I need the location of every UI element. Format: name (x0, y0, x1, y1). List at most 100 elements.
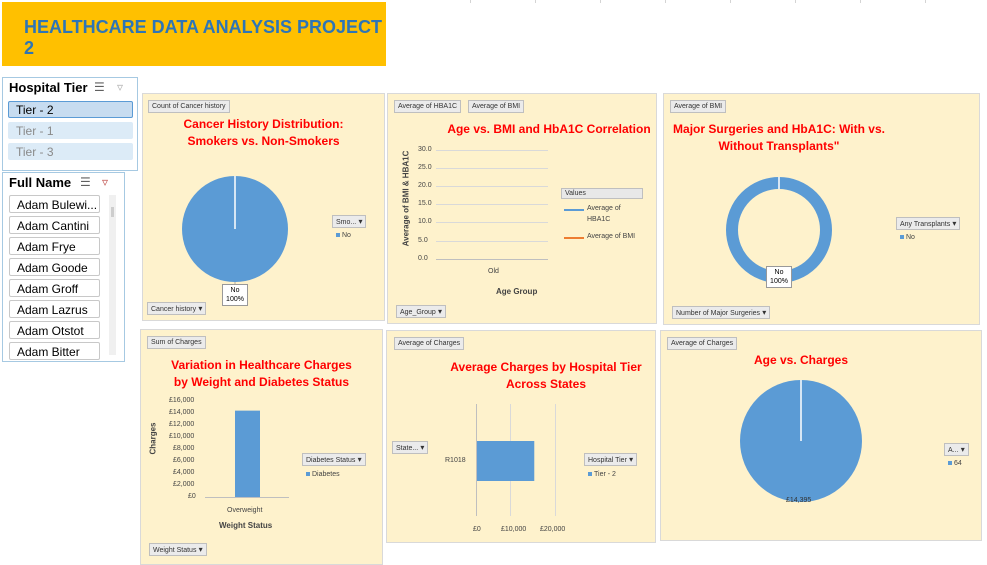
data-label-name: No (774, 269, 784, 276)
scrollbar-thumb[interactable] (111, 207, 114, 217)
x-tick: Overweight (227, 507, 263, 514)
slicer-item-name[interactable]: Adam Bulewi... (9, 195, 100, 213)
pie-chart (182, 176, 288, 286)
gridline (436, 241, 548, 242)
legend-label: 64 (954, 460, 962, 467)
slicer-header: Hospital Tier ☰ ▿ (3, 78, 137, 98)
slicer-item-name[interactable]: Adam Goode (9, 258, 100, 276)
data-label-percent: 100% (770, 278, 788, 285)
legend-swatch (588, 472, 592, 477)
page-title: HEALTHCARE DATA ANALYSIS PROJECT 2 (24, 17, 383, 58)
y-tick: 5.0 (418, 237, 428, 244)
slicer-scrollbar[interactable] (109, 195, 116, 355)
x-axis-title: Age Group (496, 287, 538, 296)
slicer-header: Full Name ☰ ▿ (3, 173, 124, 193)
slicer-item-name[interactable]: Adam Lazrus (9, 300, 100, 318)
legend-line-orange (564, 237, 584, 239)
legend-item: No (336, 232, 351, 239)
pie-data-label: £14,395 (786, 497, 812, 504)
x-axis-title: Weight Status (219, 521, 273, 530)
slicer-item-name[interactable]: Adam Groff (9, 279, 100, 297)
data-label-name: No (230, 287, 240, 294)
major-surgeries-chart[interactable]: Average of BMI Major Surgeries and HbA1C… (663, 93, 980, 325)
slicer-title: Hospital Tier (9, 80, 88, 95)
y-axis-title: Average of BMI & HBA1C (401, 150, 411, 247)
legend-swatch (306, 472, 310, 477)
slicer-item-tier-3[interactable]: Tier - 3 (8, 143, 133, 160)
y-tick: R1018 (445, 457, 466, 464)
x-tick: £0 (473, 526, 481, 533)
gridline (436, 204, 548, 205)
legend-field-button[interactable]: Diabetes Status (302, 453, 366, 466)
doughnut-chart (726, 177, 832, 283)
y-tick: 25.0 (418, 164, 432, 171)
chart-title: Age vs. BMI and HbA1C Correlation (447, 122, 651, 136)
legend-label: HBA1C (587, 216, 611, 223)
slicer-item-tier-2[interactable]: Tier - 2 (8, 101, 133, 118)
doughnut-slice-no[interactable] (726, 177, 832, 283)
legend-label: No (342, 232, 351, 239)
legend-swatch (900, 235, 904, 240)
legend-field-button[interactable]: A... (944, 443, 969, 456)
y-tick: 10.0 (418, 218, 432, 225)
axis-field-button[interactable]: Weight Status (149, 543, 207, 556)
gridline (436, 186, 548, 187)
gridline (436, 150, 548, 151)
multi-select-icon[interactable]: ☰ (80, 175, 91, 189)
legend-swatch (336, 233, 340, 238)
legend-label: No (906, 234, 915, 241)
axis-field-button[interactable]: Number of Major Surgeries (672, 306, 771, 319)
axis-field-button[interactable]: Age_Group (396, 305, 447, 318)
data-label-percent: 100% (226, 296, 244, 303)
bar-plot-area (477, 441, 535, 481)
legend-label: Average of BMI (587, 233, 636, 240)
slicer-item-name[interactable]: Adam Otstot (9, 321, 100, 339)
hospital-tier-slicer[interactable]: Hospital Tier ☰ ▿ Tier - 2 Tier - 1 Tier… (2, 77, 138, 171)
charges-weight-chart[interactable]: Sum of Charges Variation in Healthcare C… (140, 329, 383, 565)
gridline (436, 222, 548, 223)
slicer-title: Full Name (9, 175, 72, 190)
legend-swatch (948, 461, 952, 466)
y-tick: 15.0 (418, 200, 432, 207)
slicer-item-name[interactable]: Adam Bitter (9, 342, 100, 360)
clear-filter-icon[interactable]: ▿ (102, 175, 108, 189)
gridline (436, 168, 548, 169)
legend-label: Tier - 2 (594, 471, 616, 478)
x-tick: £20,000 (540, 526, 566, 533)
age-bmi-chart[interactable]: Average of HBA1C Average of BMI Age vs. … (387, 93, 657, 324)
pie-data-label: No 100% (222, 284, 248, 306)
bar-r1018[interactable] (477, 441, 535, 481)
legend-item: No (900, 234, 915, 241)
title-banner: HEALTHCARE DATA ANALYSIS PROJECT 2 (2, 2, 386, 66)
legend-label: Average of (587, 205, 621, 212)
y-tick: 30.0 (418, 146, 432, 153)
full-name-slicer[interactable]: Full Name ☰ ▿ Adam Bulewi... Adam Cantin… (2, 172, 125, 362)
legend-line-blue (564, 209, 584, 211)
value-field-button-hba1c[interactable]: Average of HBA1C (394, 100, 462, 113)
axis-field-button[interactable]: Cancer history (147, 302, 207, 315)
slicer-item-name[interactable]: Adam Cantini (9, 216, 100, 234)
y-tick: 20.0 (418, 182, 432, 189)
pie-chart (740, 380, 862, 502)
clear-filter-icon[interactable]: ▿ (117, 80, 123, 94)
slicer-item-tier-1[interactable]: Tier - 1 (8, 122, 133, 139)
y-tick: 0.0 (418, 255, 428, 262)
legend-field-button[interactable]: Any Transplants (896, 217, 961, 230)
x-tick: Old (488, 268, 499, 275)
bar-overweight[interactable] (235, 410, 260, 497)
legend-field-button[interactable]: Smo... (332, 215, 367, 228)
x-tick: £10,000 (501, 526, 527, 533)
multi-select-icon[interactable]: ☰ (94, 80, 105, 94)
legend-item: Diabetes (306, 471, 340, 478)
legend-field-button[interactable]: Hospital Tier (584, 453, 638, 466)
legend-item: 64 (948, 460, 962, 467)
legend-title: Values (561, 188, 643, 199)
cancer-history-chart[interactable]: Count of Cancer history Cancer History D… (142, 93, 385, 321)
charges-tier-chart[interactable]: Average of Charges Average Charges by Ho… (386, 330, 656, 543)
value-field-button-bmi[interactable]: Average of BMI (468, 100, 525, 113)
x-axis-line (436, 259, 548, 260)
legend-label: Diabetes (312, 471, 340, 478)
legend-item: Tier - 2 (588, 471, 616, 478)
age-charges-chart[interactable]: Average of Charges Age vs. Charges £14,3… (660, 330, 982, 541)
slicer-item-name[interactable]: Adam Frye (9, 237, 100, 255)
